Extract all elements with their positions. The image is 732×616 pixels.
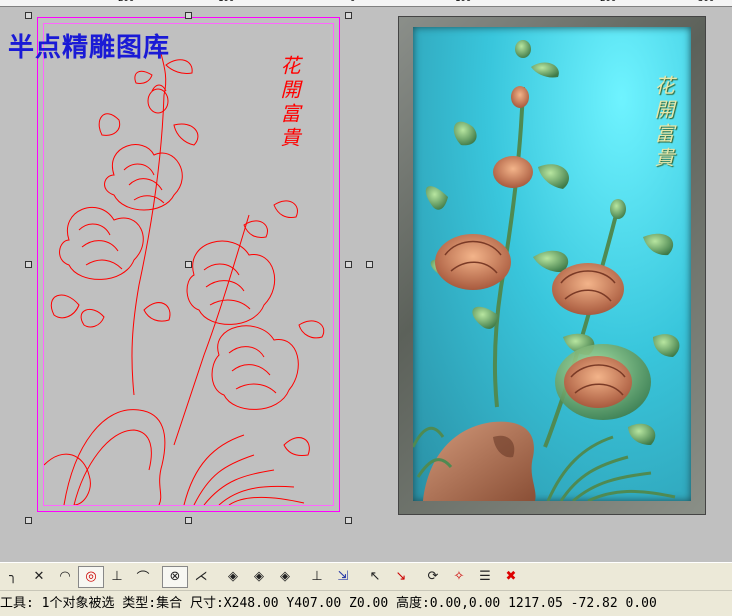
status-bar: 工具: 1个对象被选 类型:集合 尺寸:X248.00 Y407.00 Z0.0… xyxy=(0,590,732,616)
diamond-tool-icon[interactable]: ◈ xyxy=(220,566,246,588)
relief-preview-panel: 花開富貴 xyxy=(411,27,691,503)
arc-tool-icon[interactable]: ╮ xyxy=(0,566,26,588)
ruler-label: 200 xyxy=(118,0,134,4)
ruler-label: 200 xyxy=(600,0,616,4)
resize-handle-n[interactable] xyxy=(185,12,192,19)
diamond-tool-2-icon[interactable]: ◈ xyxy=(246,566,272,588)
bottom-toolbar: ╮ ✕ ◠ ◎ ⊥ ⌒ ⊗ ⋌ ◈ ◈ ◈ ⊥ ⇲ ↖ ↘ ⟳ ✧ ☰ ✖ xyxy=(0,562,732,591)
relief-caption: 花開富貴 xyxy=(651,75,675,171)
resize-handle-ne[interactable] xyxy=(345,12,352,19)
trim-tool-icon[interactable]: ✕ xyxy=(26,566,52,588)
align-bottom-icon[interactable]: ⊥ xyxy=(304,566,330,588)
resize-handle-center[interactable] xyxy=(185,261,192,268)
align-arrow-icon[interactable]: ⇲ xyxy=(330,566,356,588)
relief-preview-frame[interactable]: 花開富貴 xyxy=(398,16,706,515)
rotate-handle[interactable] xyxy=(366,261,373,268)
resize-handle-sw[interactable] xyxy=(25,517,32,524)
drawing-caption: 花開富貴 xyxy=(277,55,301,151)
select-node-icon[interactable]: ↖ xyxy=(362,566,388,588)
resize-handle-s[interactable] xyxy=(185,517,192,524)
edit-list-icon[interactable]: ☰ xyxy=(472,566,498,588)
resize-handle-nw[interactable] xyxy=(25,12,32,19)
node-tool-icon[interactable]: ⊗ xyxy=(162,565,188,588)
diamond-tool-3-icon[interactable]: ◈ xyxy=(272,566,298,588)
transform-icon[interactable]: ⟳ xyxy=(420,566,446,588)
perpendicular-tool-icon[interactable]: ⊥ xyxy=(104,566,130,588)
ruler-label: 100 xyxy=(218,0,234,4)
delete-node-icon[interactable]: ↘ xyxy=(388,566,414,588)
drawing-canvas[interactable]: 花開富貴 花開富貴 半点精雕图库 xyxy=(0,7,732,562)
watermark-text: 半点精雕图库 xyxy=(8,33,171,63)
top-ruler: 200 100 0 100 200 300 xyxy=(0,0,732,7)
ruler-label: 100 xyxy=(455,0,471,4)
angle-tool-icon[interactable]: ⋌ xyxy=(188,566,214,588)
delete-icon[interactable]: ✖ xyxy=(498,566,524,588)
magic-wand-icon[interactable]: ✧ xyxy=(446,566,472,588)
resize-handle-e[interactable] xyxy=(345,261,352,268)
resize-handle-w[interactable] xyxy=(25,261,32,268)
circle-point-tool-icon[interactable]: ◎ xyxy=(78,565,104,588)
ruler-label: 0 xyxy=(350,0,355,4)
ruler-label: 300 xyxy=(698,0,714,4)
fillet-tool-icon[interactable]: ◠ xyxy=(52,566,78,588)
tangent-tool-icon[interactable]: ⌒ xyxy=(130,566,156,588)
resize-handle-se[interactable] xyxy=(345,517,352,524)
